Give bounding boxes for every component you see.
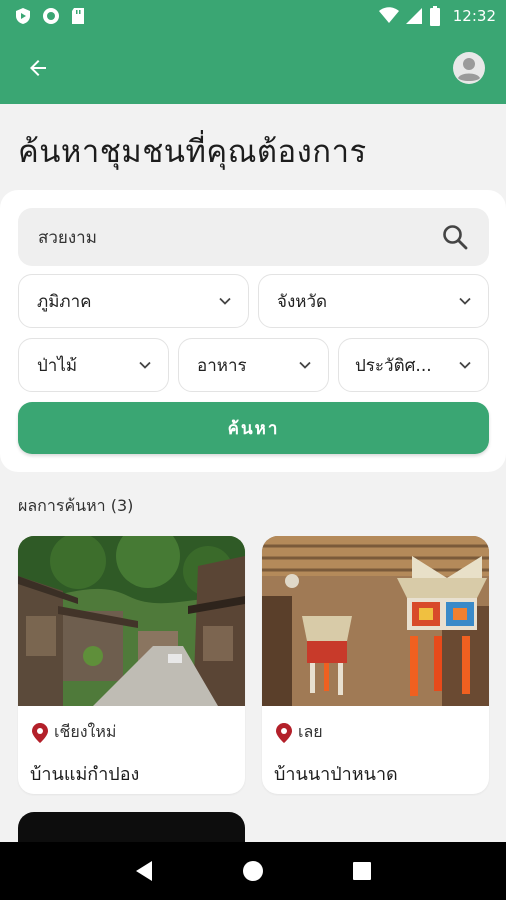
nav-home-button[interactable] (238, 856, 268, 886)
page-title: ค้นหาชุมชนที่คุณต้องการ (18, 134, 367, 170)
region-dropdown[interactable]: ภูมิภาค (18, 274, 249, 328)
result-province: เลย (298, 722, 323, 741)
chevron-down-icon (139, 361, 151, 369)
circle-icon (43, 8, 59, 24)
province-dropdown[interactable]: จังหวัด (258, 274, 489, 328)
battery-icon (429, 6, 440, 26)
square-recents-icon (352, 862, 371, 880)
search-field[interactable] (18, 208, 489, 266)
chevron-down-icon (219, 297, 231, 305)
result-province: เชียงใหม่ (54, 722, 117, 741)
chevron-down-icon (299, 361, 311, 369)
food-dropdown[interactable]: อาหาร (178, 338, 329, 392)
result-location: เชียงใหม่ (18, 706, 245, 745)
province-dropdown-label: จังหวัด (277, 291, 328, 312)
result-name: บ้านแม่กำปอง (30, 764, 140, 785)
nav-recents-button[interactable] (347, 856, 377, 886)
clock: 12:32 (452, 7, 496, 25)
forest-dropdown[interactable]: ป่าไม้ (18, 338, 169, 392)
search-panel: ภูมิภาค จังหวัด ป่าไม้ อาหาร ประวัติศ...… (0, 190, 506, 472)
app-bar (0, 32, 506, 104)
back-button[interactable] (20, 50, 56, 86)
forest-dropdown-label: ป่าไม้ (37, 355, 78, 376)
account-circle-icon[interactable] (452, 51, 486, 85)
sd-card-icon (72, 8, 84, 24)
search-icon[interactable] (441, 223, 469, 251)
search-input[interactable] (38, 227, 441, 247)
map-pin-icon (276, 722, 292, 743)
results-count-label: ผลการค้นหา (3) (18, 496, 134, 515)
result-card[interactable]: เชียงใหม่ บ้านแม่กำปอง (18, 536, 245, 794)
arrow-left-icon (30, 60, 46, 76)
status-bar: 12:32 (0, 0, 506, 32)
triangle-back-icon (136, 861, 153, 881)
signal-icon (405, 8, 422, 24)
lantern-market-photo (262, 536, 489, 706)
nav-back-button[interactable] (129, 856, 159, 886)
region-dropdown-label: ภูมิภาค (37, 291, 92, 312)
chevron-down-icon (459, 297, 471, 305)
wifi-icon (378, 7, 399, 23)
history-dropdown-label: ประวัติศ... (355, 355, 432, 376)
food-dropdown-label: อาหาร (197, 355, 247, 376)
result-location: เลย (262, 706, 489, 745)
system-navigation-bar (0, 842, 506, 900)
chevron-down-icon (459, 361, 471, 369)
result-card[interactable]: เลย บ้านนาป่าหนาด (262, 536, 489, 794)
history-dropdown[interactable]: ประวัติศ... (338, 338, 489, 392)
search-button[interactable]: ค้นหา (18, 402, 489, 454)
village-street-photo (18, 536, 245, 706)
shield-icon (16, 8, 30, 24)
map-pin-icon (32, 722, 48, 743)
circle-home-icon (242, 861, 263, 881)
result-name: บ้านนาป่าหนาด (274, 764, 398, 785)
